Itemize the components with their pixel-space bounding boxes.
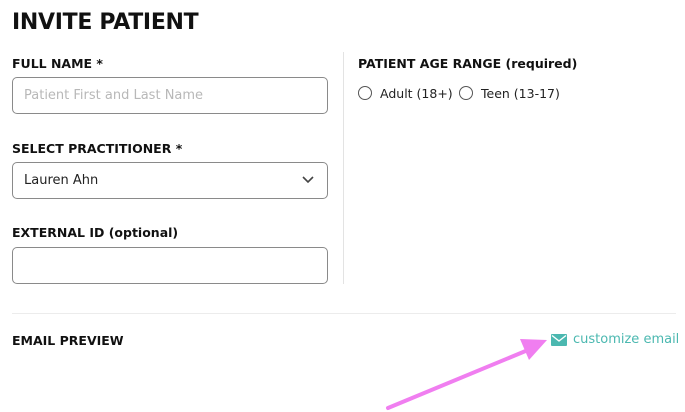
full-name-input[interactable] (12, 77, 328, 114)
page-title: INVITE PATIENT (12, 10, 199, 35)
envelope-icon (551, 333, 567, 346)
email-preview-label: EMAIL PREVIEW (12, 333, 124, 348)
customize-email-link[interactable]: customize email (551, 332, 679, 347)
external-id-label: EXTERNAL ID (optional) (12, 225, 179, 240)
customize-email-label: customize email (573, 332, 680, 347)
age-range-label: PATIENT AGE RANGE (required) (358, 56, 578, 71)
practitioner-selected-value: Lauren Ahn (24, 173, 99, 188)
radio-circle-teen[interactable] (459, 86, 473, 100)
radio-teen[interactable]: Teen (13-17) (459, 85, 560, 101)
radio-adult[interactable]: Adult (18+) (358, 85, 453, 101)
practitioner-label: SELECT PRACTITIONER * (12, 141, 183, 156)
practitioner-select[interactable]: Lauren Ahn (12, 162, 328, 199)
section-divider (12, 313, 676, 314)
full-name-label: FULL NAME * (12, 56, 103, 71)
external-id-input[interactable] (12, 247, 328, 284)
column-divider (343, 52, 344, 284)
radio-teen-label: Teen (13-17) (481, 85, 560, 101)
chevron-down-icon (302, 176, 314, 184)
radio-circle-adult[interactable] (358, 86, 372, 100)
radio-adult-label: Adult (18+) (380, 85, 453, 101)
